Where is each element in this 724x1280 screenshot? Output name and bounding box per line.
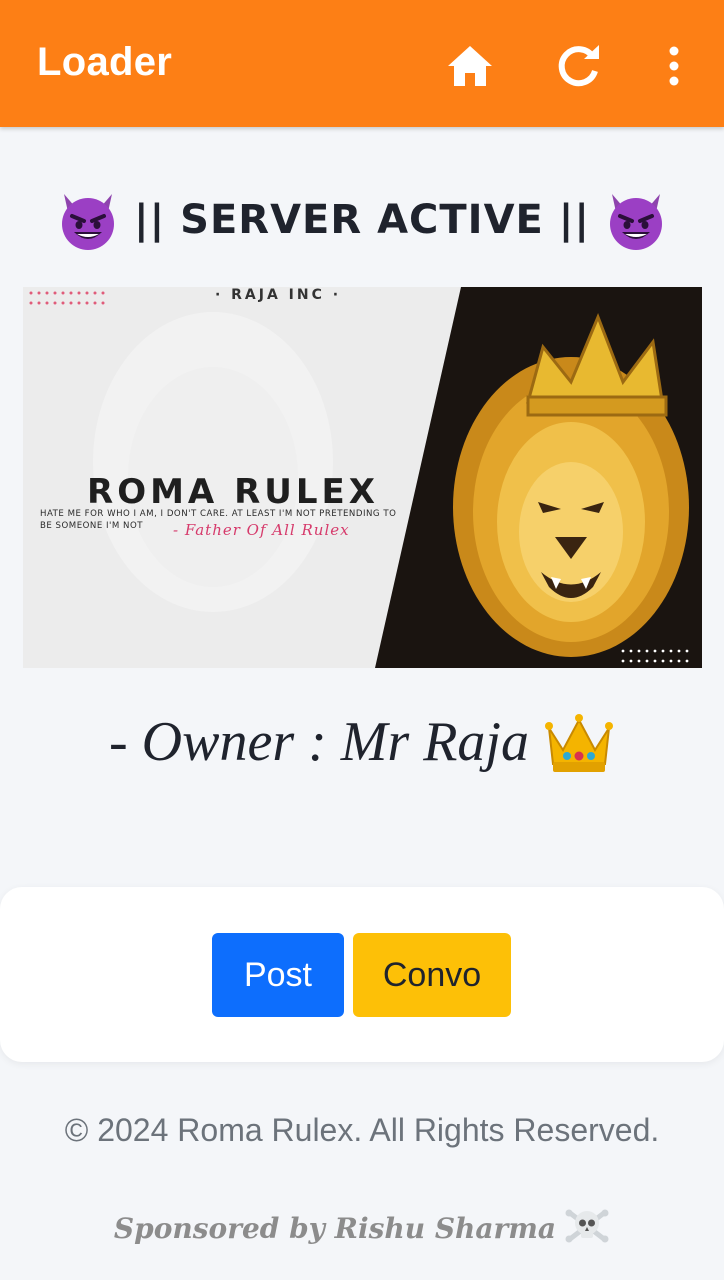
convo-button[interactable]: Convo (353, 933, 511, 1017)
banner-signature: - Father Of All Rulex (173, 521, 350, 539)
post-button[interactable]: Post (212, 933, 344, 1017)
owner-line: - Owner : Mr Raja (0, 702, 724, 782)
app-title: Loader (37, 40, 173, 84)
owner-text: - Owner : Mr Raja (109, 711, 529, 773)
server-status-text: || SERVER ACTIVE || (134, 197, 590, 243)
app-bar: Loader (0, 0, 724, 127)
banner-tagline: · RAJA INC · (214, 287, 342, 303)
footer-copyright: © 2024 Roma Rulex. All Rights Reserved. (64, 1112, 660, 1148)
smiling-devil-emoji (610, 194, 662, 250)
skull-crossbones-emoji (565, 1209, 609, 1243)
banner-image: · RAJA INC · ROMA RULEX HATE ME FOR WHO … (23, 287, 702, 668)
banner-brand: ROMA RULEX (87, 472, 379, 512)
sponsor-line: Sponsored by Rishu Sharma (0, 1200, 724, 1256)
smiling-devil-emoji (62, 194, 114, 250)
more-vert-icon[interactable] (646, 38, 702, 94)
crown-emoji (544, 714, 613, 772)
home-icon[interactable] (442, 38, 498, 94)
action-card: Post Convo (0, 887, 724, 1062)
refresh-icon[interactable] (550, 38, 606, 94)
server-status-heading: || SERVER ACTIVE || (0, 182, 724, 258)
sponsor-text: Sponsored by Rishu Sharma (113, 1211, 557, 1245)
